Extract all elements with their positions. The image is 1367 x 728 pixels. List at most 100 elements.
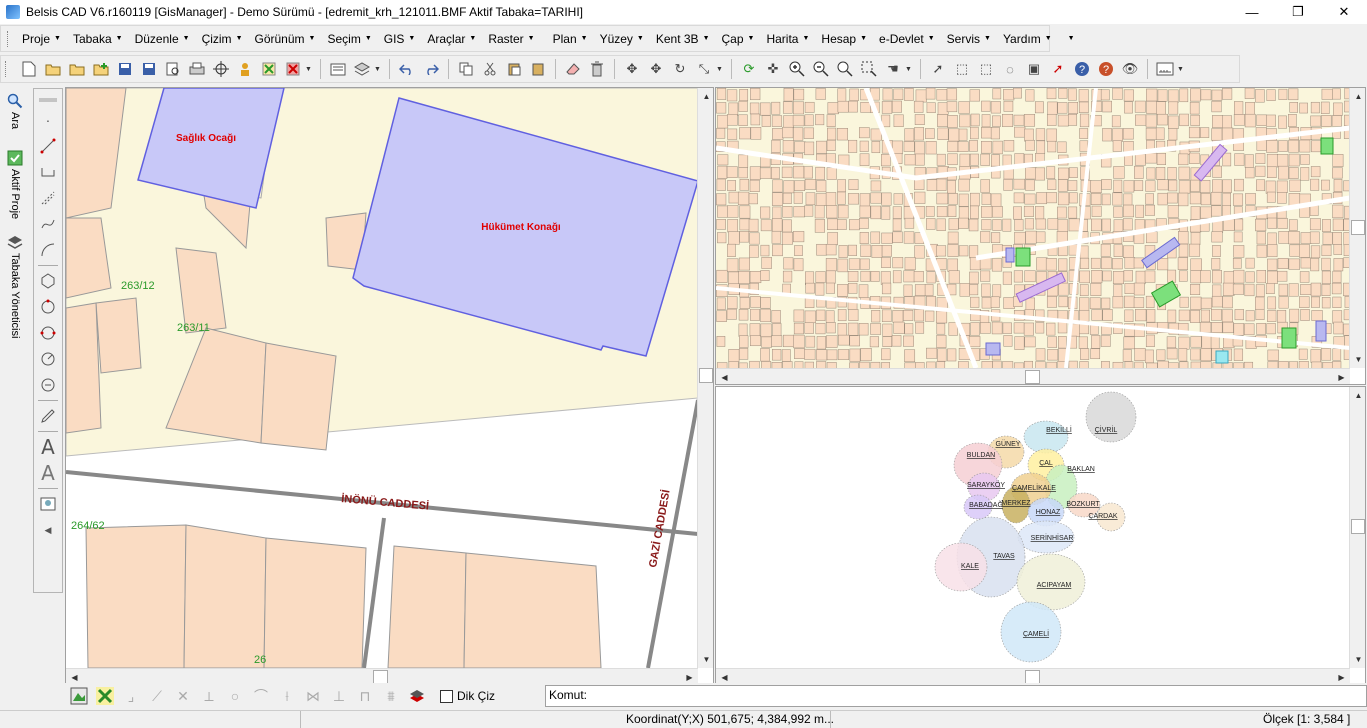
toolbar-grip[interactable]	[5, 61, 11, 77]
snap-perpendicular-icon[interactable]: ⟂	[198, 685, 220, 707]
city-vscroll-thumb[interactable]	[1351, 220, 1365, 235]
city-hscroll[interactable]: ◀ ▶	[716, 368, 1350, 384]
menu-secim[interactable]: Seçim ▼	[321, 32, 377, 46]
tab-search[interactable]: Ara	[4, 93, 26, 129]
undo-icon[interactable]	[397, 59, 417, 79]
pen-tool-icon[interactable]	[37, 405, 59, 427]
units-dropdown-icon[interactable]: ▼	[1177, 66, 1187, 73]
units-icon[interactable]	[1155, 59, 1175, 79]
print-icon[interactable]	[187, 59, 207, 79]
main-hscroll-thumb[interactable]	[373, 670, 388, 684]
target-icon[interactable]	[211, 59, 231, 79]
tab-layer-manager[interactable]: Tabaka Yöneticisi	[4, 234, 26, 338]
snap-extension-icon[interactable]: ⊓	[354, 685, 376, 707]
snap-nearest-icon[interactable]: ⟊	[276, 685, 298, 707]
new-file-icon[interactable]	[19, 59, 39, 79]
snap-quadrant-icon[interactable]: ⊥	[328, 685, 350, 707]
save-icon[interactable]	[115, 59, 135, 79]
snap-parallel-icon[interactable]: ⩩	[380, 685, 402, 707]
menu-kent3b[interactable]: Kent 3B ▼	[650, 32, 716, 46]
move-icon[interactable]: ✥	[622, 59, 642, 79]
open-folder2-icon[interactable]	[67, 59, 87, 79]
spline-tool-icon[interactable]	[37, 213, 59, 235]
select-window-icon[interactable]: ⬚	[952, 59, 972, 79]
province-map-view[interactable]: BEKİLLİ ÇİVRİL GÜNEY BULDAN ÇAL BAKLAN SARAYKÖ…	[715, 386, 1366, 685]
menu-yardim[interactable]: Yardım ▼	[997, 32, 1058, 46]
city-hscroll-thumb[interactable]	[1025, 370, 1040, 384]
province-map-canvas[interactable]: BEKİLLİ ÇİVRİL GÜNEYBULDAN ÇAL BAKLAN SARAYKÖ…	[716, 387, 1350, 668]
menu-overflow[interactable]: ▼	[1058, 35, 1081, 42]
help-context-icon[interactable]: ?	[1096, 59, 1116, 79]
menu-grip[interactable]	[7, 30, 8, 47]
menu-cap[interactable]: Çap ▼	[716, 32, 761, 46]
scroll-right-arrow-icon[interactable]: ▶	[1333, 369, 1350, 384]
snap-intersection-icon[interactable]: ✕	[172, 685, 194, 707]
save-as-icon[interactable]	[139, 59, 159, 79]
menu-cizim[interactable]: Çizim ▼	[196, 32, 249, 46]
city-vscroll[interactable]: ▲ ▼	[1349, 88, 1365, 368]
rotate-icon[interactable]: ↻	[670, 59, 690, 79]
trash-icon[interactable]	[587, 59, 607, 79]
line-tool-icon[interactable]	[37, 135, 59, 157]
paste-icon[interactable]	[504, 59, 524, 79]
layers-dropdown-icon[interactable]: ▼	[374, 66, 384, 73]
circle-radius-tool-icon[interactable]	[37, 348, 59, 370]
province-vscroll[interactable]: ▲ ▼	[1349, 387, 1365, 668]
ellipse-tool-icon[interactable]	[37, 374, 59, 396]
menu-servis[interactable]: Servis ▼	[941, 32, 997, 46]
cut-icon[interactable]	[480, 59, 500, 79]
menu-hesap[interactable]: Hesap ▼	[815, 32, 873, 46]
minimize-button[interactable]: —	[1229, 0, 1275, 24]
zoom-extents-icon[interactable]	[835, 59, 855, 79]
text-tool[interactable]: A	[37, 435, 59, 459]
main-map-view[interactable]: Sağlık Ocağı Hükümet Konağı 263/12 263/1…	[65, 87, 714, 685]
main-vscroll[interactable]: ▲ ▼	[697, 88, 713, 668]
add-folder-icon[interactable]	[91, 59, 111, 79]
select-filter-icon[interactable]: ➚	[1048, 59, 1068, 79]
scroll-up-arrow-icon[interactable]: ▲	[698, 88, 713, 105]
province-hscroll-thumb[interactable]	[1025, 670, 1040, 684]
dik-ciz-check-icon[interactable]	[440, 689, 453, 703]
open-folder-icon[interactable]	[43, 59, 63, 79]
eraser-icon[interactable]	[563, 59, 583, 79]
zoom-in-icon[interactable]	[787, 59, 807, 79]
polygon-tool-icon[interactable]	[37, 270, 59, 292]
snap-midpoint-icon[interactable]: ⟋	[146, 685, 168, 707]
circle3p-tool-icon[interactable]	[37, 322, 59, 344]
menu-proje[interactable]: Proje ▼	[16, 32, 67, 46]
city-overview-view[interactable]: ▲ ▼ ◀ ▶	[715, 87, 1366, 385]
snap-endpoint-icon[interactable]: ⌟	[120, 685, 142, 707]
pan-icon[interactable]: ✜	[763, 59, 783, 79]
refresh-icon[interactable]: ⟳	[739, 59, 759, 79]
binoculars-icon[interactable]: 👁	[1120, 59, 1140, 79]
layers-icon[interactable]	[352, 59, 372, 79]
menu-plan[interactable]: Plan ▼	[547, 32, 594, 46]
zoom-dropdown-icon[interactable]: ▼	[905, 66, 915, 73]
main-map-canvas[interactable]: Sağlık Ocağı Hükümet Konağı 263/12 263/1…	[66, 88, 698, 668]
dik-ciz-checkbox[interactable]: Dik Çiz	[440, 689, 495, 703]
check-box-icon[interactable]	[259, 59, 279, 79]
layer-props-icon[interactable]	[328, 59, 348, 79]
select-all-icon[interactable]: ▣	[1024, 59, 1044, 79]
scroll-up-arrow-icon[interactable]: ▲	[1350, 88, 1365, 105]
district-area[interactable]	[1023, 420, 1069, 454]
command-input[interactable]: Komut:	[545, 685, 1367, 707]
toolbar-dropdown-icon[interactable]: ▼	[305, 66, 315, 73]
menu-gorunum[interactable]: Görünüm ▼	[249, 32, 322, 46]
maximize-button[interactable]: ❐	[1275, 0, 1321, 24]
menu-edevlet[interactable]: e-Devlet ▼	[873, 32, 941, 46]
select-arrow-icon[interactable]: ➚	[928, 59, 948, 79]
hand-icon[interactable]: ☚	[883, 59, 903, 79]
snap-off-icon[interactable]	[94, 685, 116, 707]
point-tool-icon[interactable]: ·	[37, 109, 59, 131]
city-overview-canvas[interactable]	[716, 88, 1350, 368]
image-tool-icon[interactable]	[37, 493, 59, 515]
print-preview-icon[interactable]	[163, 59, 183, 79]
select-cross-icon[interactable]: ⬚	[976, 59, 996, 79]
main-vscroll-thumb[interactable]	[699, 368, 713, 383]
circle-tool-icon[interactable]	[37, 296, 59, 318]
snap-node-icon[interactable]: ⋈	[302, 685, 324, 707]
close-button[interactable]: ✕	[1321, 0, 1367, 24]
delete-box-icon[interactable]	[283, 59, 303, 79]
arc-tool-icon[interactable]	[37, 239, 59, 261]
